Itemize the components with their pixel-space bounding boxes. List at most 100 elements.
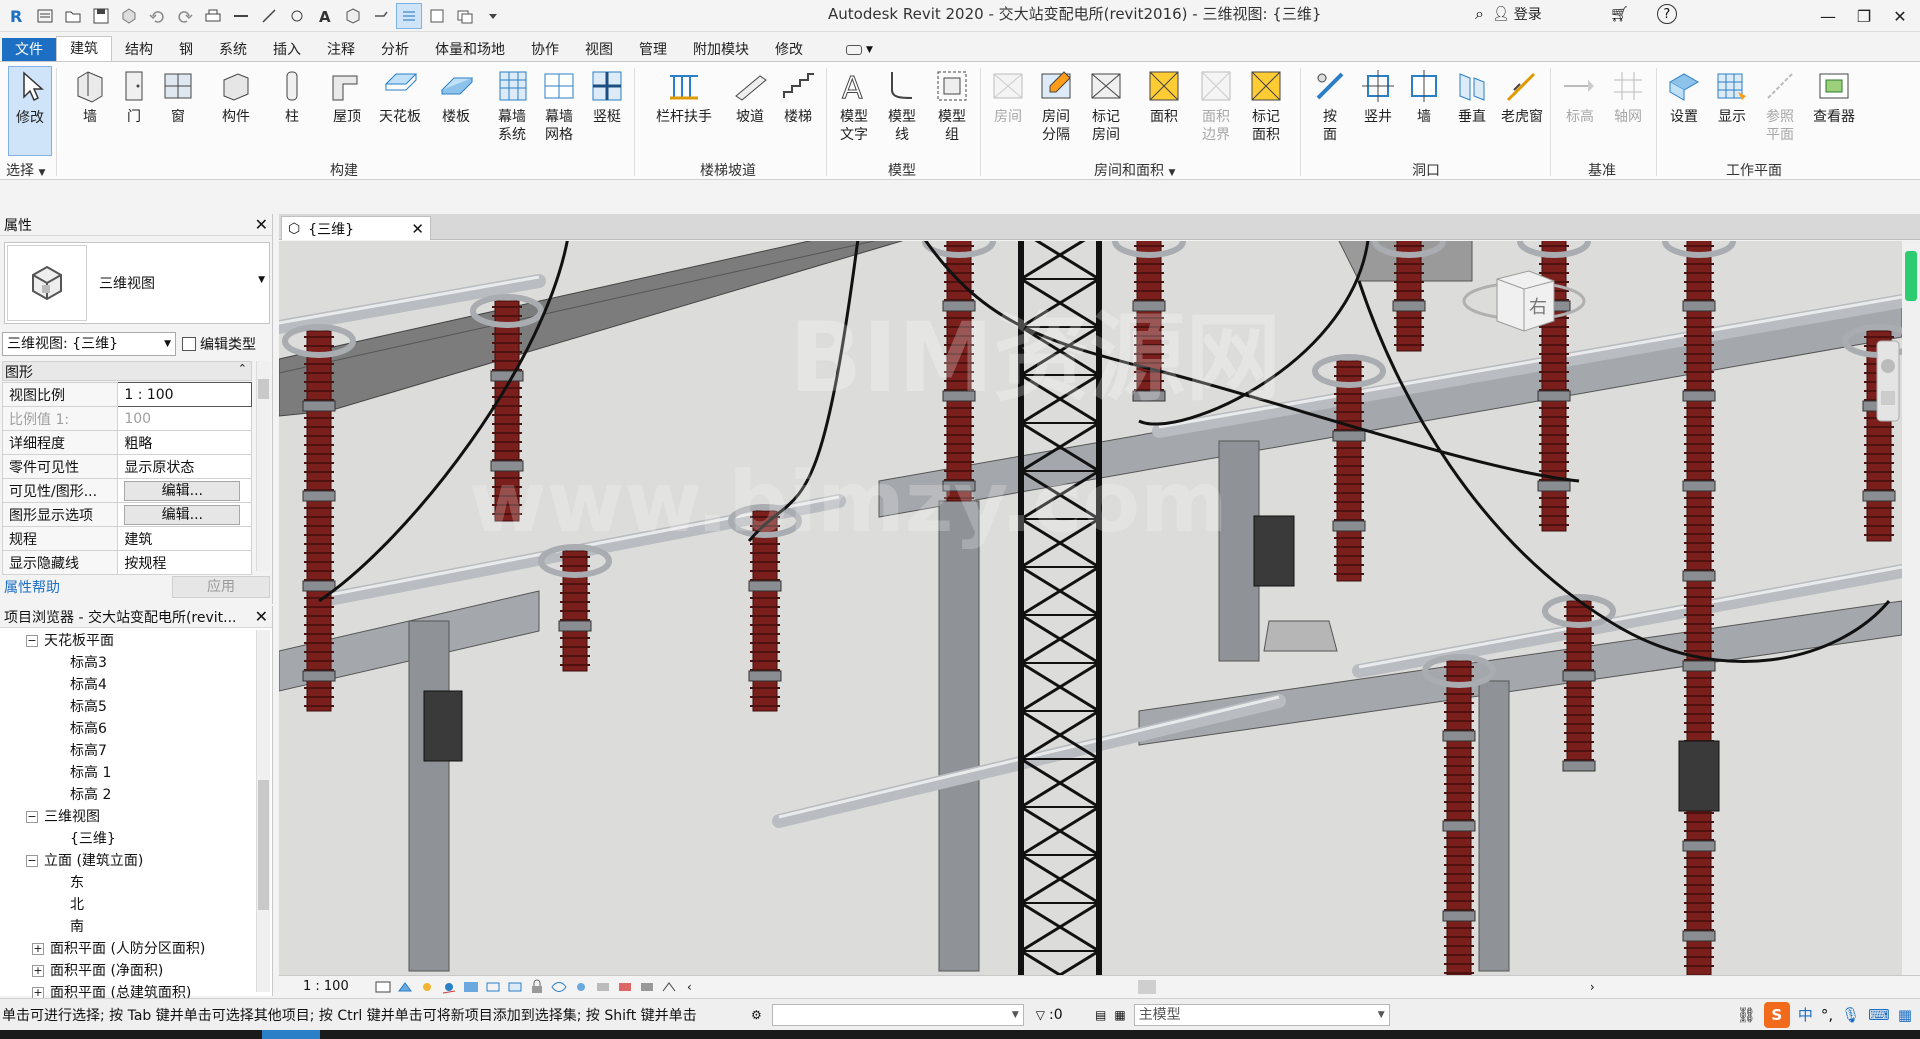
redo-icon[interactable] [172, 3, 198, 29]
detail-level-field[interactable]: 粗略 [117, 430, 252, 455]
by-face-button[interactable]: 按 面 [1306, 66, 1354, 156]
category-graphics[interactable]: 图形 ⌃ [2, 361, 252, 381]
room-button[interactable]: 房间 [984, 66, 1032, 156]
level-button[interactable]: 标高 [1556, 66, 1604, 156]
tree-node[interactable]: 标高5 [0, 696, 256, 718]
edit-type-button[interactable]: 编辑类型 [182, 334, 256, 354]
steering-wheel-icon[interactable] [1881, 359, 1895, 373]
hidden-lines-field[interactable]: 按规程 [117, 550, 252, 575]
collapse-icon[interactable]: − [26, 811, 38, 823]
tree-node[interactable]: + 面积平面 (净面积) [0, 960, 256, 982]
tree-node[interactable]: 标高 1 [0, 762, 256, 784]
zoom-icon[interactable] [1881, 391, 1895, 405]
graphic-display-edit-button[interactable]: 编辑... [124, 504, 241, 525]
properties-help-link[interactable]: 属性帮助 [4, 577, 60, 597]
restore-button[interactable]: ❐ [1846, 0, 1882, 32]
scroll-thumb[interactable] [258, 780, 269, 910]
section-icon[interactable] [368, 3, 394, 29]
revit-logo-icon[interactable]: R [4, 3, 30, 29]
wall-opening-button[interactable]: 墙 [1400, 66, 1448, 156]
tab-collaborate[interactable]: 协作 [518, 38, 572, 62]
show-workplane-button[interactable]: 显示 [1708, 66, 1756, 156]
model-group-button[interactable]: 模型 组 [928, 66, 976, 156]
show-crop-icon[interactable] [505, 979, 525, 995]
render-icon[interactable] [461, 979, 481, 995]
dormer-button[interactable]: 老虎窗 [1498, 66, 1546, 156]
cart-icon[interactable]: 🛒︎ [1610, 5, 1629, 23]
collapse-icon[interactable]: − [26, 855, 38, 867]
window-button[interactable]: 窗 [154, 66, 202, 156]
shaft-button[interactable]: 竖井 [1354, 66, 1402, 156]
close-hidden-icon[interactable] [424, 3, 450, 29]
toolbox-icon[interactable]: ▦ [1898, 1006, 1912, 1024]
tree-node[interactable]: 北 [0, 894, 256, 916]
scroll-right-icon[interactable]: › [1590, 980, 1595, 994]
browser-scrollbar[interactable] [256, 630, 270, 992]
design-options-icon[interactable]: ▦ [1114, 1008, 1125, 1022]
ref-plane-button[interactable]: 参照 平面 [1756, 66, 1804, 156]
apply-button[interactable]: 应用 [172, 576, 270, 598]
sync-icon[interactable] [116, 3, 142, 29]
curtain-grid-button[interactable]: 幕墙 网格 [535, 66, 583, 156]
ime-sogou-icon[interactable]: S [1763, 1001, 1790, 1028]
punctuation-icon[interactable]: °, [1821, 1006, 1833, 1024]
area-button[interactable]: 面积 [1140, 66, 1188, 156]
ime-language-label[interactable]: 中 [1798, 1004, 1813, 1025]
tree-node[interactable]: {三维} [0, 828, 256, 850]
railing-button[interactable]: 栏杆扶手 [656, 66, 712, 156]
microphone-icon[interactable]: 🎙︎ [1841, 1006, 1860, 1024]
discipline-field[interactable]: 建筑 [117, 526, 252, 551]
tab-file[interactable]: 文件 [2, 38, 56, 62]
horizontal-scrollbar[interactable] [702, 979, 1582, 994]
tab-addins[interactable]: 附加模块 [680, 38, 762, 62]
scroll-thumb[interactable] [1137, 979, 1156, 994]
tab-manage[interactable]: 管理 [626, 38, 680, 62]
worksharing-icon[interactable] [615, 979, 635, 995]
save-icon[interactable] [88, 3, 114, 29]
tag-icon[interactable] [284, 3, 310, 29]
view-scale-field[interactable]: 1 : 100 [117, 382, 252, 407]
lock-view-icon[interactable] [527, 979, 547, 995]
close-icon[interactable]: ✕ [411, 220, 424, 238]
crop-view-icon[interactable] [483, 979, 503, 995]
substation-model-render[interactable]: BIM资源网 www.bimzy.com 右 [279, 241, 1902, 975]
parts-visibility-field[interactable]: 显示原状态 [117, 454, 252, 479]
tree-node[interactable]: 标高4 [0, 674, 256, 696]
switch-windows-icon[interactable] [452, 3, 478, 29]
tree-node[interactable]: − 天花板平面 [0, 630, 256, 652]
column-button[interactable]: 柱 [268, 66, 316, 156]
visual-style-icon[interactable] [395, 979, 415, 995]
viewer-button[interactable]: 查看器 [1806, 66, 1862, 156]
stair-button[interactable]: 楼梯 [774, 66, 822, 156]
default-3d-icon[interactable] [340, 3, 366, 29]
tree-node[interactable]: − 三维视图 [0, 806, 256, 828]
room-separator-button[interactable]: 房间 分隔 [1032, 66, 1080, 156]
help-icon[interactable]: ? [1656, 4, 1677, 24]
scroll-thumb[interactable] [258, 379, 269, 399]
tab-steel[interactable]: 钢 [166, 38, 206, 62]
app-menu-icon[interactable] [32, 3, 58, 29]
modify-button[interactable]: 修改 [8, 66, 52, 156]
link-icon[interactable]: ⛓︎ [1737, 1006, 1756, 1024]
tab-analyze[interactable]: 分析 [368, 38, 422, 62]
temporary-hide-icon[interactable] [549, 979, 569, 995]
tree-node[interactable]: 南 [0, 916, 256, 938]
tree-node[interactable]: − 立面 (建筑立面) [0, 850, 256, 872]
select-dropdown[interactable]: 选择 ▼ [6, 160, 45, 180]
editing-requests-icon[interactable]: ▤ [1095, 1008, 1106, 1022]
filter-icon[interactable]: ▽ [1036, 1008, 1045, 1022]
customize-qat-icon[interactable] [480, 3, 506, 29]
design-option-combo[interactable]: 主模型 ▼ [1133, 1003, 1390, 1026]
room-area-group-dropdown[interactable]: 房间和面积 ▼ [1094, 160, 1175, 180]
tab-systems[interactable]: 系统 [206, 38, 260, 62]
search-binoculars-icon[interactable]: ⌕ [1475, 4, 1484, 24]
tag-room-button[interactable]: 标记 房间 [1082, 66, 1130, 156]
roof-button[interactable]: 屋顶 [323, 66, 371, 156]
minimize-button[interactable]: — [1810, 0, 1846, 32]
tree-node[interactable]: 标高6 [0, 718, 256, 740]
ramp-button[interactable]: 坡道 [726, 66, 774, 156]
reveal-hidden-icon[interactable] [571, 979, 591, 995]
undo-icon[interactable] [144, 3, 170, 29]
3d-viewport[interactable]: BIM资源网 www.bimzy.com 右 [279, 241, 1902, 975]
model-line-button[interactable]: 模型 线 [878, 66, 926, 156]
